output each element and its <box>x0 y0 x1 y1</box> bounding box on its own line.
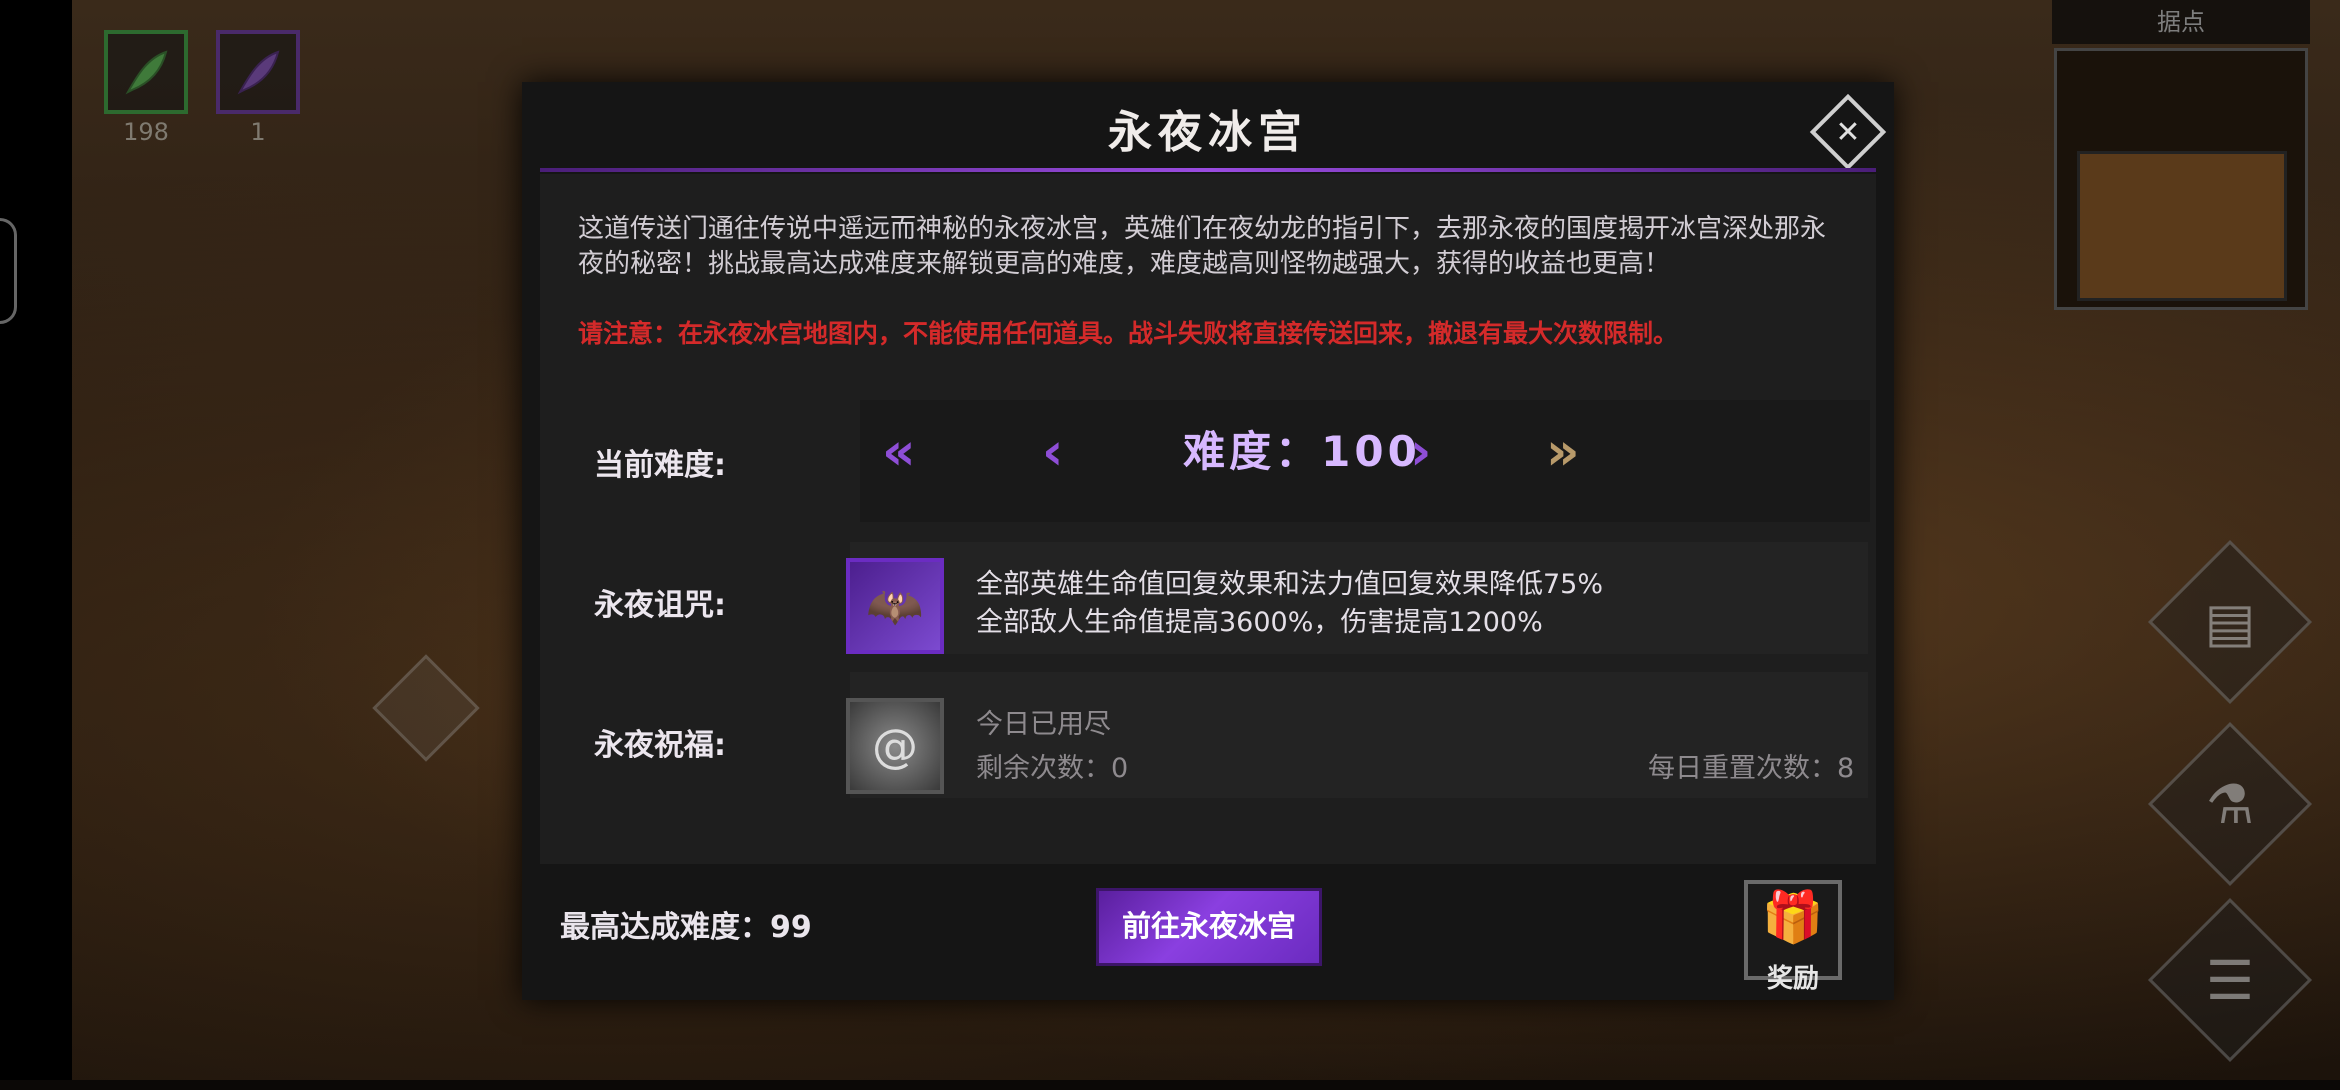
next-arrow-icon[interactable]: › <box>1410 422 1431 482</box>
curse-effect-2: 全部敌人生命值提高3600%，伤害提高1200% <box>976 607 1543 638</box>
bats-icon: 🦇 <box>866 578 924 633</box>
curse-effect-1: 全部英雄生命值回复效果和法力值回复效果降低75% <box>976 569 1604 600</box>
gift-icon: 🎁 <box>1761 888 1825 946</box>
dialog-title: 永夜冰宫 <box>1108 107 1308 158</box>
close-icon: ✕ <box>1835 114 1861 150</box>
current-difficulty-label: 当前难度: <box>594 448 726 483</box>
fast-next-arrow-icon[interactable]: » <box>1546 422 1580 482</box>
list-icon: ☰ <box>2205 948 2255 1012</box>
purple-feather-count: 1 <box>250 118 266 146</box>
minimap-title: 据点 <box>2052 0 2310 44</box>
eternal-night-dialog: 永夜冰宫 ✕ 这道传送门通往传说中遥远而神秘的永夜冰宫，英雄们在夜幼龙的指引下，… <box>522 82 1894 1000</box>
blessing-remaining: 剩余次数：0 <box>976 753 1129 784</box>
reward-label: 奖励 <box>1766 964 1819 994</box>
purple-feather-slot[interactable] <box>216 30 300 114</box>
blessing-daily-reset: 每日重置次数：8 <box>1648 753 1855 784</box>
title-divider <box>540 168 1876 172</box>
close-button[interactable]: ✕ <box>1809 93 1887 171</box>
best-difficulty: 最高达成难度：99 <box>560 910 812 945</box>
blessing-icon-box[interactable]: @ <box>846 698 944 794</box>
fast-prev-arrow-icon[interactable]: « <box>882 422 916 482</box>
curse-label: 永夜诅咒: <box>594 588 726 623</box>
purple-feather-icon <box>237 50 280 95</box>
potion-icon: ⚗ <box>2205 772 2255 836</box>
prev-arrow-icon[interactable]: ‹ <box>1042 422 1063 482</box>
green-feather-count: 198 <box>123 118 169 146</box>
curse-icon-box[interactable]: 🦇 <box>846 558 944 654</box>
enter-ice-palace-button[interactable]: 前往永夜冰宫 <box>1096 888 1322 966</box>
left-screen-edge <box>0 0 72 1080</box>
minimap[interactable] <box>2054 48 2308 310</box>
blessing-label: 永夜祝福: <box>594 728 726 763</box>
dialog-description: 这道传送门通往传说中遥远而神秘的永夜冰宫，英雄们在夜幼龙的指引下，去那永夜的国度… <box>578 214 1827 279</box>
warning-text: 请注意：在永夜冰宫地图内，不能使用任何道具。战斗失败将直接传送回来，撤退有最大次… <box>578 319 1679 348</box>
swirl-icon: @ <box>872 719 918 773</box>
left-side-handle[interactable] <box>0 218 17 324</box>
minimap-room <box>2077 151 2287 301</box>
green-feather-slot[interactable] <box>104 30 188 114</box>
blessing-status: 今日已用尽 <box>976 709 1111 740</box>
scroll-icon: ▤ <box>2204 590 2256 654</box>
green-feather-icon <box>125 50 168 95</box>
